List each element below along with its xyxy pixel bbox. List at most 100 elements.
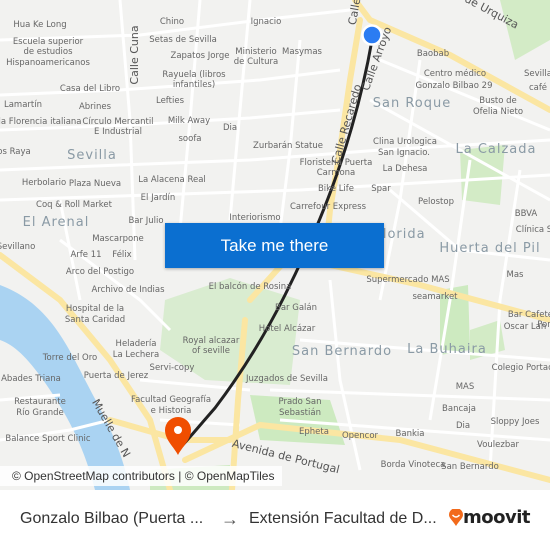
poi-label: Interiorismo	[229, 213, 280, 223]
poi-label: de Cultura	[234, 57, 278, 67]
poi-label: Río Grande	[16, 408, 63, 418]
orange-map-pin-icon[interactable]	[165, 417, 191, 455]
poi-label: Borda Vinoteca	[381, 460, 446, 470]
poi-label: Heladería	[116, 339, 157, 349]
poi-label: Ofelia Nieto	[473, 107, 523, 117]
poi-label: Clínica S	[516, 225, 550, 235]
poi-label: Bar Galán	[275, 303, 317, 313]
blue-location-dot-icon[interactable]	[361, 24, 383, 46]
poi-label: Ministerio	[235, 47, 277, 57]
poi-label: Dia	[223, 123, 237, 133]
poi-label: Bar Cafetería	[508, 310, 550, 320]
map-attribution[interactable]: © OpenStreetMap contributors | © OpenMap…	[0, 466, 283, 486]
poi-label: Hua Ke Long	[13, 20, 66, 30]
poi-label: seamarket	[412, 292, 458, 302]
poi-label: Arfe 11	[70, 250, 101, 260]
neighborhood-label: Huerta del Pil	[439, 241, 540, 256]
poi-label: Sevillano	[0, 242, 35, 252]
poi-label: San Ignacio.	[378, 148, 430, 158]
poi-label: Juzgados de Sevilla	[245, 374, 328, 384]
poi-label: Gonzalo Bilbao 29	[416, 81, 493, 91]
poi-label: Mascarpone	[92, 234, 144, 244]
poi-label: El balcón de Rosina	[209, 281, 292, 292]
poi-label: Epheta	[299, 427, 329, 437]
poi-label: Por	[537, 320, 550, 330]
moovit-pin-icon	[449, 509, 463, 526]
poi-label: Milk Away	[168, 116, 210, 126]
poi-label: Bankia	[396, 429, 425, 439]
poi-label: soofa	[178, 134, 201, 144]
arrow-right-icon: →	[221, 509, 239, 529]
poi-label: Círculo Mercantil	[82, 117, 153, 127]
poi-label: El Jardín	[141, 193, 176, 203]
poi-label: Casa del Libro	[60, 84, 120, 94]
neighborhood-label: San Roque	[373, 96, 451, 111]
origin-stop-name: Gonzalo Bilbao (Puerta ...	[20, 510, 204, 527]
poi-label: Carrefour Express	[290, 202, 367, 212]
poi-label: Abades Triana	[1, 374, 61, 384]
poi-label: Dia	[456, 421, 470, 431]
poi-label: San Bernardo	[441, 462, 499, 472]
poi-label: Ignacio	[251, 17, 282, 27]
poi-label: Lamartín	[4, 100, 42, 110]
street-label: Calle Cuna	[128, 25, 141, 84]
poi-label: Sevilla	[524, 69, 550, 79]
poi-label: Servi-copy	[150, 363, 195, 373]
poi-label: Royal alcazar	[183, 336, 240, 346]
poi-label: Bancaja	[442, 404, 476, 414]
poi-label: Arco del Postigo	[66, 267, 134, 277]
poi-label: Setas de Sevilla	[149, 35, 217, 45]
neighborhood-label: La Calzada	[455, 142, 536, 157]
poi-label: café	[529, 82, 547, 93]
poi-label: Voulezbar	[477, 440, 519, 450]
poi-label: Hospital de la	[66, 304, 124, 314]
poi-label: Busto de	[479, 96, 517, 106]
poi-label: Escuela superior	[13, 37, 84, 47]
poi-label: of seville	[192, 346, 230, 356]
take-me-there-button[interactable]: Take me there	[165, 223, 384, 268]
poi-label: infantiles)	[173, 80, 215, 90]
poi-label: Puerta de Jerez	[84, 371, 149, 381]
poi-label: Facultad Geografía	[131, 395, 211, 405]
poi-label: Opencor	[342, 431, 379, 441]
moovit-logo: moovit	[449, 507, 531, 528]
poi-label: Zurbarán Statue	[253, 141, 323, 151]
poi-label: Rayuela (libros	[162, 70, 226, 80]
neighborhood-label: El Arenal	[23, 215, 90, 230]
poi-label: Carmona	[317, 168, 356, 178]
poi-label: Prado San	[279, 397, 322, 407]
poi-label: La Alacena Real	[138, 175, 206, 185]
poi-label: Bike Life	[318, 184, 354, 194]
poi-label: de estudios	[23, 47, 73, 57]
poi-label: Coq & Roll Market	[36, 200, 113, 210]
poi-label: Balance Sport Clinic	[5, 434, 91, 444]
poi-label: MAS	[456, 382, 475, 392]
trip-bar: Gonzalo Bilbao (Puerta ... → Extensión F…	[0, 490, 550, 550]
poi-label: Spar	[371, 184, 391, 194]
poi-label: Colegio Portacel	[492, 363, 550, 373]
poi-label: Archivo de Indias	[91, 285, 165, 295]
poi-label: la Florencia italiana	[0, 117, 82, 127]
neighborhood-label: Sevilla	[67, 148, 117, 163]
poi-label: Santa Caridad	[65, 315, 125, 325]
poi-label: Hotel Alcázar	[259, 324, 316, 334]
poi-label: Plaza Nueva	[69, 179, 121, 189]
neighborhood-label: San Bernardo	[292, 344, 392, 359]
poi-label: Masymas	[282, 47, 322, 57]
poi-label: os Raya	[0, 147, 31, 157]
poi-label: Hispanoamericanos	[6, 58, 90, 68]
poi-label: Centro médico	[424, 68, 486, 79]
poi-label: e Historia	[151, 406, 192, 416]
map[interactable]: Hua Ke Long Escuela superior de estudios Hi…	[0, 0, 550, 490]
poi-label: Herbolario	[22, 178, 66, 188]
poi-label: Zapatos Jorge	[171, 51, 230, 61]
neighborhood-label: La Buhaira	[407, 342, 487, 357]
poi-label: Torre del Oro	[42, 353, 97, 363]
poi-label: La Dehesa	[383, 164, 428, 174]
poi-label: BBVA	[515, 209, 538, 219]
poi-label: E Industrial	[94, 127, 142, 137]
poi-label: Supermercado MAS	[366, 275, 449, 285]
poi-label: Sloppy Joes	[491, 417, 540, 427]
poi-label: Bar Julio	[128, 216, 163, 226]
poi-label: Clina Urologica	[373, 137, 437, 147]
